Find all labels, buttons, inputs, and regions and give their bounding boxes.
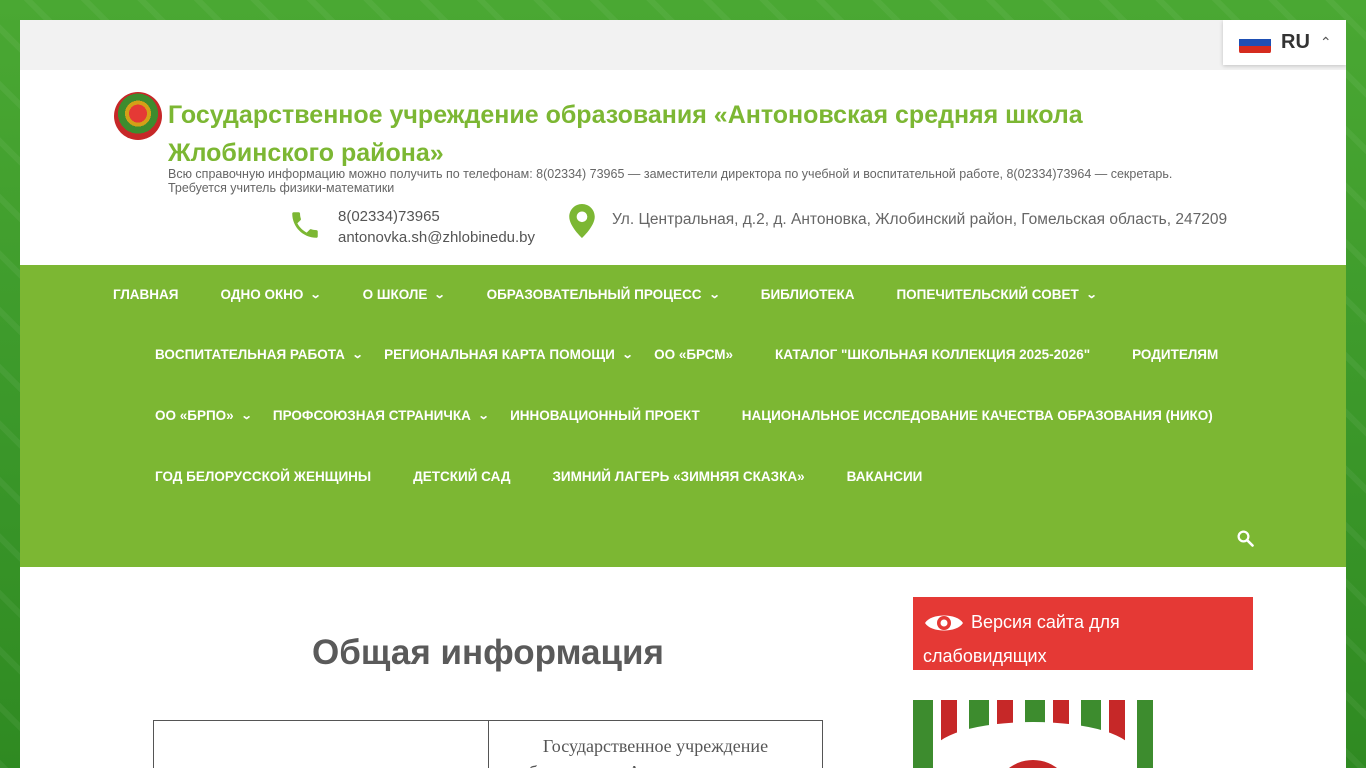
nav-item-year-of-belarusian-woman[interactable]: ГОД БЕЛОРУССКОЙ ЖЕНЩИНЫ xyxy=(155,469,371,484)
nav-item-winter-camp[interactable]: ЗИМНИЙ ЛАГЕРЬ «ЗИМНЯЯ СКАЗКА» xyxy=(552,469,804,484)
nav-item-library[interactable]: БИБЛИОТЕКА xyxy=(761,287,855,302)
nav-item-innovation-project[interactable]: ИННОВАЦИОННЫЙ ПРОЕКТ xyxy=(510,408,700,423)
table-cell: Государственное учреждение образования «… xyxy=(488,720,823,768)
school-address: Ул. Центральная, д.2, д. Антоновка, Жлоб… xyxy=(612,211,1228,228)
nav-item-school-collection-catalog[interactable]: КАТАЛОГ "ШКОЛЬНАЯ КОЛЛЕКЦИЯ 2025-2026" xyxy=(775,347,1090,362)
nav-item-vacancies[interactable]: ВАКАНСИИ xyxy=(847,469,923,484)
main-content: Общая информация Государственное учрежде… xyxy=(20,567,1346,768)
nav-item-brsm[interactable]: ОО «БРСМ» xyxy=(654,347,733,362)
info-table: Государственное учреждение образования «… xyxy=(153,720,823,768)
russia-flag-icon xyxy=(1239,31,1271,54)
nav-item-regional-help-map[interactable]: РЕГИОНАЛЬНАЯ КАРТА ПОМОЩИ ⌄ xyxy=(384,347,634,362)
search-icon[interactable] xyxy=(1236,529,1254,547)
nav-item-brpo[interactable]: ОО «БРПО» ⌄ xyxy=(155,408,253,423)
page-frame: RU ⌃ Государственное учреждение образова… xyxy=(20,20,1346,768)
contact-block: 8(02334)73965 antonovka.sh@zhlobinedu.by xyxy=(338,206,535,248)
chevron-down-icon: ⌄ xyxy=(708,289,721,301)
nav-item-upbringing-work[interactable]: ВОСПИТАТЕЛЬНАЯ РАБОТА ⌄ xyxy=(155,347,364,362)
chevron-down-icon: ⌄ xyxy=(477,410,490,422)
phone-icon xyxy=(292,212,318,238)
sidebar-banner-image[interactable] xyxy=(913,700,1153,768)
language-switcher[interactable]: RU ⌃ xyxy=(1223,20,1346,65)
nav-row-1: ГЛАВНАЯ ОДНО ОКНО ⌄ О ШКОЛЕ ⌄ ОБРАЗОВАТЕЛЬ… xyxy=(113,287,1098,302)
site-header: Государственное учреждение образования «… xyxy=(20,70,1346,265)
map-pin-icon xyxy=(569,204,595,238)
nav-item-about-school[interactable]: О ШКОЛЕ ⌄ xyxy=(363,287,446,302)
nav-row-4: ГОД БЕЛОРУССКОЙ ЖЕНЩИНЫ ДЕТСКИЙ САД ЗИМН… xyxy=(155,469,922,484)
chevron-down-icon: ⌄ xyxy=(1085,289,1098,301)
chevron-down-icon: ⌄ xyxy=(433,289,446,301)
table-row: Государственное учреждение образования «… xyxy=(153,720,823,768)
nav-item-board-of-trustees[interactable]: ПОПЕЧИТЕЛЬСКИЙ СОВЕТ ⌄ xyxy=(896,287,1098,302)
nav-item-one-window[interactable]: ОДНО ОКНО ⌄ xyxy=(221,287,323,302)
nav-row-3: ОО «БРПО» ⌄ ПРОФСОЮЗНАЯ СТРАНИЧКА ⌄ ИННОВА… xyxy=(155,408,1213,423)
email-address[interactable]: antonovka.sh@zhlobinedu.by xyxy=(338,227,535,248)
nav-item-kindergarten[interactable]: ДЕТСКИЙ САД xyxy=(413,469,510,484)
table-cell xyxy=(153,720,489,768)
nav-item-educational-process[interactable]: ОБРАЗОВАТЕЛЬНЫЙ ПРОЦЕСС ⌄ xyxy=(487,287,721,302)
phone-number[interactable]: 8(02334)73965 xyxy=(338,206,535,227)
nav-item-trade-union-page[interactable]: ПРОФСОЮЗНАЯ СТРАНИЧКА ⌄ xyxy=(273,408,490,423)
main-navigation: ГЛАВНАЯ ОДНО ОКНО ⌄ О ШКОЛЕ ⌄ ОБРАЗОВАТЕЛЬ… xyxy=(20,265,1346,567)
chevron-up-icon: ⌃ xyxy=(1319,34,1332,50)
page-title: Общая информация xyxy=(312,633,664,672)
chevron-down-icon: ⌄ xyxy=(310,289,323,301)
chevron-down-icon: ⌄ xyxy=(351,349,364,361)
language-code: RU xyxy=(1281,31,1310,53)
chevron-down-icon: ⌄ xyxy=(240,410,253,422)
low-vision-version-button[interactable]: Версия сайта для слабовидящих xyxy=(913,597,1253,670)
nav-item-home[interactable]: ГЛАВНАЯ xyxy=(113,287,179,302)
nav-item-niko-research[interactable]: НАЦИОНАЛЬНОЕ ИССЛЕДОВАНИЕ КАЧЕСТВА ОБРАЗ… xyxy=(742,408,1213,423)
chevron-down-icon: ⌄ xyxy=(621,349,634,361)
site-title[interactable]: Государственное учреждение образования «… xyxy=(168,96,1128,172)
top-bar: RU ⌃ xyxy=(20,20,1346,70)
state-emblem-logo[interactable] xyxy=(114,92,162,140)
site-description: Всю справочную информацию можно получить… xyxy=(168,167,1173,195)
nav-row-2: ВОСПИТАТЕЛЬНАЯ РАБОТА ⌄ РЕГИОНАЛЬНАЯ КАРТ… xyxy=(155,347,1218,362)
eye-icon xyxy=(925,615,963,631)
nav-item-parents[interactable]: РОДИТЕЛЯМ xyxy=(1132,347,1218,362)
